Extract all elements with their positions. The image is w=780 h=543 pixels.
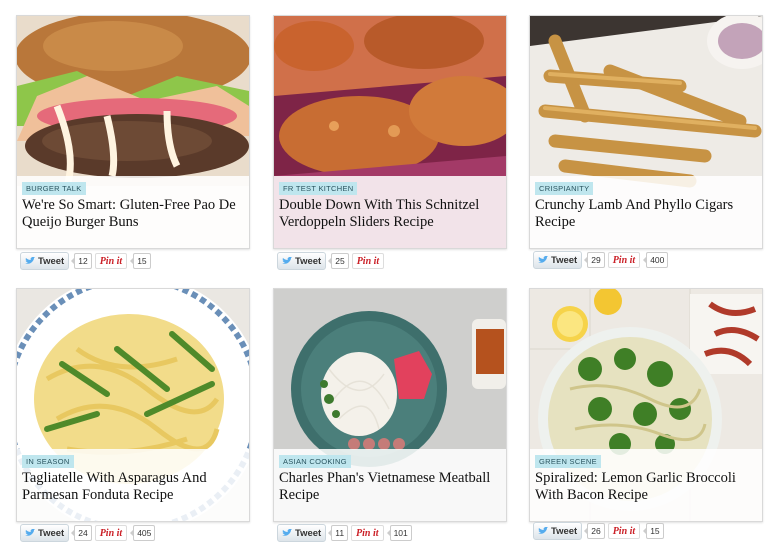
pin-count: 405 (130, 525, 156, 541)
pin-it-button[interactable]: Pin it (351, 253, 385, 269)
pin-it-button[interactable]: Pin it (607, 252, 641, 268)
category-tag[interactable]: FR TEST KITCHEN (279, 182, 358, 195)
tweet-button[interactable]: Tweet (20, 524, 70, 542)
card-caption: FR TEST KITCHEN Double Down With This Sc… (274, 176, 506, 248)
pin-it-button[interactable]: Pin it (351, 525, 384, 541)
recipe-title[interactable]: Tagliatelle With Asparagus And Parmesan … (22, 470, 243, 504)
tweet-count: 29 (584, 252, 605, 268)
pin-count: 101 (386, 525, 412, 541)
recipe-card[interactable]: ASIAN COOKING Charles Phan's Vietnamese … (273, 288, 507, 522)
share-bar: Tweet 29 Pin it 400 (533, 250, 669, 270)
card-caption: CRISPIANITY Crunchy Lamb And Phyllo Ciga… (530, 176, 762, 248)
twitter-bird-icon (282, 257, 292, 264)
category-tag[interactable]: CRISPIANITY (535, 182, 594, 195)
recipe-title[interactable]: Crunchy Lamb And Phyllo Cigars Recipe (535, 197, 756, 231)
tweet-button[interactable]: Tweet (20, 252, 70, 270)
twitter-bird-icon (282, 529, 292, 536)
recipe-title[interactable]: Charles Phan's Vietnamese Meatball Recip… (279, 470, 500, 504)
pin-count: 15 (130, 253, 151, 269)
tweet-count: 24 (71, 525, 92, 541)
share-bar: Tweet 26 Pin it 15 (533, 521, 664, 541)
tweet-button[interactable]: Tweet (277, 524, 327, 542)
recipe-title[interactable]: We're So Smart: Gluten-Free Pao De Queij… (22, 197, 243, 231)
twitter-bird-icon (538, 256, 548, 263)
tweet-button[interactable]: Tweet (533, 522, 583, 540)
pin-count: 400 (643, 252, 669, 268)
tweet-button[interactable]: Tweet (277, 252, 327, 270)
tweet-label: Tweet (551, 525, 578, 537)
twitter-bird-icon (25, 529, 35, 536)
category-tag[interactable]: ASIAN COOKING (279, 455, 351, 468)
tweet-button[interactable]: Tweet (533, 251, 583, 269)
tweet-label: Tweet (295, 255, 322, 267)
card-caption: BURGER TALK We're So Smart: Gluten-Free … (17, 176, 249, 248)
tweet-label: Tweet (38, 255, 65, 267)
tweet-label: Tweet (295, 527, 322, 539)
card-caption: ASIAN COOKING Charles Phan's Vietnamese … (274, 449, 506, 521)
recipe-title[interactable]: Double Down With This Schnitzel Verdoppe… (279, 197, 500, 231)
pin-it-button[interactable]: Pin it (607, 523, 641, 539)
share-bar: Tweet 24 Pin it 405 (20, 523, 156, 543)
share-bar: Tweet 12 Pin it 15 (20, 251, 151, 271)
recipe-title[interactable]: Spiralized: Lemon Garlic Broccoli With B… (535, 470, 756, 504)
twitter-bird-icon (25, 257, 35, 264)
tweet-count: 11 (328, 525, 349, 541)
recipe-card[interactable]: BURGER TALK We're So Smart: Gluten-Free … (16, 15, 250, 249)
share-bar: Tweet 25 Pin it (277, 251, 385, 271)
card-caption: GREEN SCENE Spiralized: Lemon Garlic Bro… (530, 449, 762, 521)
twitter-bird-icon (538, 527, 548, 534)
pin-count: 15 (643, 523, 664, 539)
tweet-label: Tweet (38, 527, 65, 539)
recipe-card[interactable]: FR TEST KITCHEN Double Down With This Sc… (273, 15, 507, 249)
category-tag[interactable]: GREEN SCENE (535, 455, 601, 468)
tweet-count: 25 (328, 253, 349, 269)
recipe-card[interactable]: GREEN SCENE Spiralized: Lemon Garlic Bro… (529, 288, 763, 522)
tweet-count: 12 (71, 253, 92, 269)
card-caption: IN SEASON Tagliatelle With Asparagus And… (17, 449, 249, 521)
tweet-label: Tweet (551, 254, 578, 266)
category-tag[interactable]: BURGER TALK (22, 182, 86, 195)
pin-it-button[interactable]: Pin it (94, 525, 128, 541)
tweet-count: 26 (584, 523, 605, 539)
share-bar: Tweet 11 Pin it 101 (277, 523, 412, 543)
pin-it-button[interactable]: Pin it (94, 253, 128, 269)
recipe-card[interactable]: CRISPIANITY Crunchy Lamb And Phyllo Ciga… (529, 15, 763, 249)
recipe-card[interactable]: IN SEASON Tagliatelle With Asparagus And… (16, 288, 250, 522)
category-tag[interactable]: IN SEASON (22, 455, 74, 468)
